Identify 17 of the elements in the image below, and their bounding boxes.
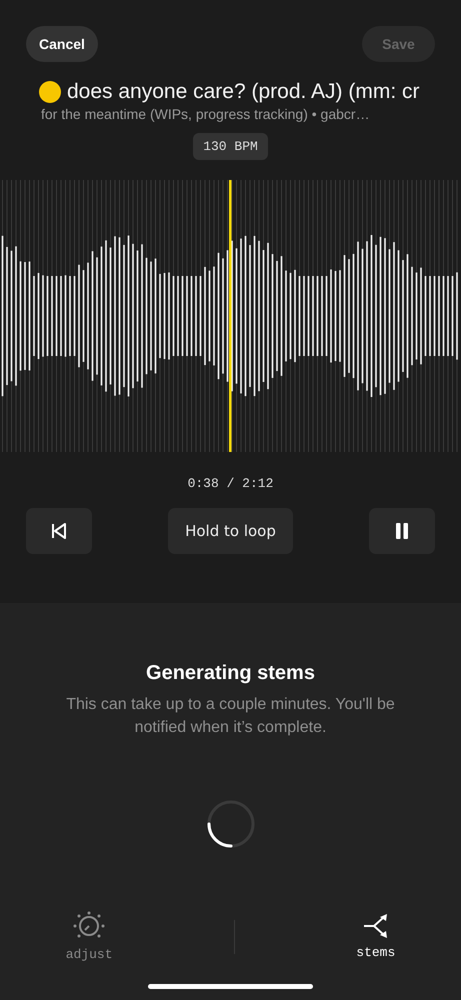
track-title: does anyone care? (prod. AJ) (mm: cr bbox=[67, 80, 420, 104]
cancel-button[interactable]: Cancel bbox=[26, 26, 98, 62]
circle-icon bbox=[39, 81, 61, 103]
tab[interactable]: adjust bbox=[56, 911, 122, 962]
tab[interactable]: stems bbox=[346, 913, 406, 960]
bpm-badge: 130 BPM bbox=[193, 133, 268, 160]
restart-button[interactable] bbox=[26, 508, 92, 554]
loop-button[interactable]: Hold to loop bbox=[168, 508, 293, 554]
split-arrows-icon bbox=[362, 913, 389, 939]
playback-time: 0:38 / 2:12 bbox=[186, 476, 274, 491]
status-message: This can take up to a couple minutes. You'll be notified when it’s complete. bbox=[65, 695, 396, 738]
loading-spinner-icon bbox=[206, 799, 256, 849]
play-pause-button[interactable] bbox=[368, 508, 435, 554]
skip-back-icon bbox=[50, 522, 68, 540]
track-subtitle: for the meantime (WIPs, progress tracking) • gabcr… bbox=[40, 105, 371, 122]
status-title: Generating stems bbox=[146, 662, 315, 685]
pause-icon bbox=[394, 522, 410, 540]
